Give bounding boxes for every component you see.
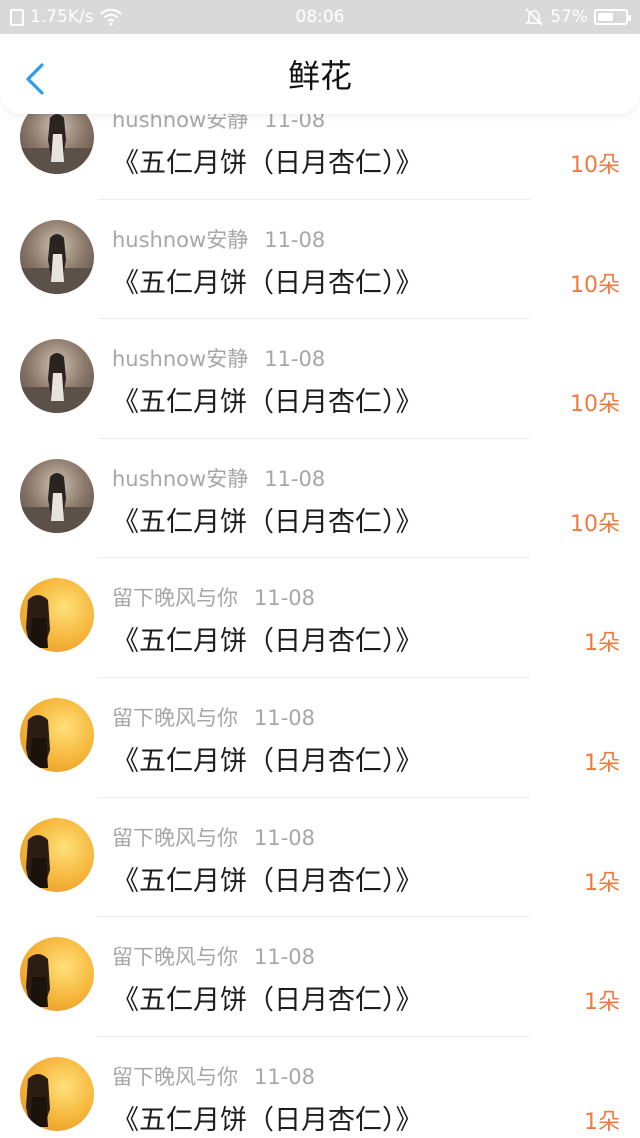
- sender-meta: 留下晚风与你 11-08: [112, 822, 315, 852]
- gift-list: hushnow安静 11-08 《五仁月饼（日月杏仁）》 10朵 hushnow安静 11…: [0, 80, 640, 1138]
- list-item[interactable]: 留下晚风与你 11-08 《五仁月饼（日月杏仁）》 1朵: [0, 1037, 640, 1138]
- status-bar: 1.75K/s 08:06 57%: [0, 0, 640, 34]
- gift-date: 11-08: [264, 466, 326, 491]
- sender-name[interactable]: 留下晚风与你: [112, 1065, 238, 1089]
- flower-quantity: 1朵: [584, 1109, 620, 1135]
- gift-name: 《五仁月饼（日月杏仁）》: [112, 387, 423, 419]
- flower-quantity: 10朵: [570, 392, 620, 418]
- sim-card-icon: [10, 8, 24, 26]
- sender-name[interactable]: hushnow安静: [112, 467, 248, 491]
- sender-meta: hushnow安静 11-08: [112, 224, 325, 254]
- sender-meta: 留下晚风与你 11-08: [112, 941, 315, 971]
- list-item[interactable]: hushnow安静 11-08 《五仁月饼（日月杏仁）》 10朵: [0, 319, 640, 439]
- sender-name[interactable]: 留下晚风与你: [112, 706, 238, 730]
- sender-meta: 留下晚风与你 11-08: [112, 702, 315, 732]
- flower-quantity: 1朵: [584, 631, 620, 657]
- gift-name: 《五仁月饼（日月杏仁）》: [112, 506, 423, 538]
- gift-name: 《五仁月饼（日月杏仁）》: [112, 865, 423, 897]
- gift-name: 《五仁月饼（日月杏仁）》: [112, 1104, 423, 1136]
- gift-date: 11-08: [264, 227, 326, 252]
- sender-name[interactable]: 留下晚风与你: [112, 586, 238, 610]
- list-item[interactable]: 留下晚风与你 11-08 《五仁月饼（日月杏仁）》 1朵: [0, 678, 640, 798]
- sender-meta: hushnow安静 11-08: [112, 343, 325, 373]
- sender-meta: 留下晚风与你 11-08: [112, 1061, 315, 1091]
- gift-name: 《五仁月饼（日月杏仁）》: [112, 626, 423, 658]
- gift-date: 11-08: [254, 945, 316, 970]
- gift-name: 《五仁月饼（日月杏仁）》: [112, 745, 423, 777]
- gift-date: 11-08: [254, 586, 316, 611]
- status-right: 57%: [524, 7, 631, 27]
- avatar[interactable]: [20, 458, 94, 533]
- status-left: 1.75K/s: [10, 7, 122, 27]
- flower-quantity: 1朵: [584, 990, 620, 1016]
- list-item[interactable]: hushnow安静 11-08 《五仁月饼（日月杏仁）》 10朵: [0, 200, 640, 320]
- sender-name[interactable]: hushnow安静: [112, 228, 248, 252]
- list-item[interactable]: hushnow安静 11-08 《五仁月饼（日月杏仁）》 10朵: [0, 439, 640, 559]
- avatar[interactable]: [20, 339, 94, 414]
- gift-name: 《五仁月饼（日月杏仁）》: [112, 985, 423, 1017]
- sender-meta: hushnow安静 11-08: [112, 463, 325, 493]
- flower-quantity: 10朵: [570, 511, 620, 537]
- wifi-icon: [99, 8, 122, 26]
- battery-percent: 57%: [550, 7, 588, 27]
- network-speed: 1.75K/s: [30, 7, 94, 27]
- avatar[interactable]: [20, 937, 94, 1012]
- gift-name: 《五仁月饼（日月杏仁）》: [112, 267, 423, 299]
- page-title: 鲜花: [287, 57, 352, 95]
- gift-date: 11-08: [264, 347, 326, 372]
- avatar[interactable]: [20, 1056, 94, 1131]
- gift-date: 11-08: [254, 1064, 316, 1089]
- flower-quantity: 1朵: [584, 870, 620, 896]
- flower-quantity: 1朵: [584, 750, 620, 776]
- avatar[interactable]: [20, 817, 94, 892]
- flower-quantity: 10朵: [570, 272, 620, 298]
- list-item[interactable]: 留下晚风与你 11-08 《五仁月饼（日月杏仁）》 1朵: [0, 917, 640, 1037]
- battery-icon: [594, 9, 631, 25]
- avatar[interactable]: [20, 697, 94, 772]
- gift-date: 11-08: [254, 825, 316, 850]
- sender-name[interactable]: 留下晚风与你: [112, 826, 238, 850]
- flower-quantity: 10朵: [570, 153, 620, 178]
- gift-name: 《五仁月饼（日月杏仁）》: [112, 148, 423, 179]
- sender-meta: 留下晚风与你 11-08: [112, 582, 315, 612]
- list-item[interactable]: 留下晚风与你 11-08 《五仁月饼（日月杏仁）》 1朵: [0, 798, 640, 918]
- list-item[interactable]: 留下晚风与你 11-08 《五仁月饼（日月杏仁）》 1朵: [0, 558, 640, 678]
- back-arrow-icon[interactable]: [22, 62, 48, 96]
- page-header: 鲜花: [0, 34, 640, 114]
- sender-name[interactable]: hushnow安静: [112, 347, 248, 371]
- avatar[interactable]: [20, 578, 94, 653]
- notification-muted-icon: [525, 8, 544, 26]
- sender-name[interactable]: 留下晚风与你: [112, 945, 238, 969]
- gift-date: 11-08: [254, 705, 316, 730]
- avatar[interactable]: [20, 219, 94, 294]
